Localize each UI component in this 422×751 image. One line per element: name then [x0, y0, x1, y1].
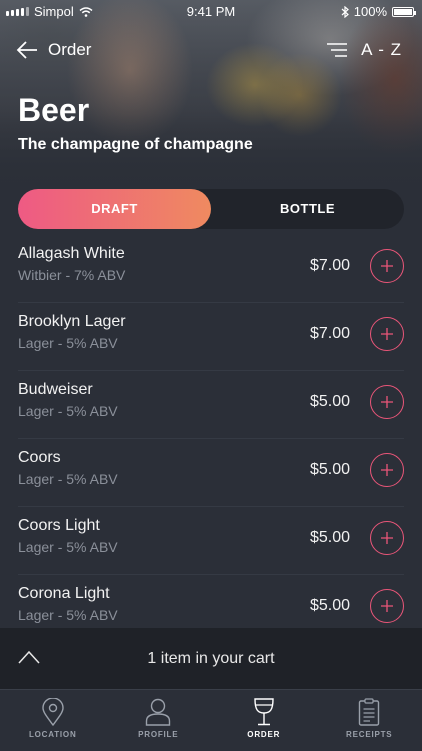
- item-price: $5.00: [310, 529, 350, 547]
- back-button[interactable]: Order: [16, 40, 91, 60]
- plus-icon: [381, 328, 393, 340]
- page-subtitle: The champagne of champagne: [18, 136, 253, 154]
- nav-bar: Order A - Z: [0, 38, 422, 66]
- profile-icon: [145, 698, 171, 726]
- receipt-icon: [358, 698, 380, 726]
- item-price: $5.00: [310, 461, 350, 479]
- item-name: Coors: [18, 449, 61, 467]
- page-title: Beer: [18, 92, 89, 129]
- bluetooth-icon: [341, 6, 349, 18]
- add-item-button[interactable]: [370, 385, 404, 419]
- item-description: Lager - 5% ABV: [18, 403, 118, 419]
- add-item-button[interactable]: [370, 317, 404, 351]
- plus-icon: [381, 532, 393, 544]
- plus-icon: [381, 260, 393, 272]
- list-item: Coors Lager - 5% ABV $5.00: [18, 439, 404, 507]
- item-name: Coors Light: [18, 517, 100, 535]
- plus-icon: [381, 600, 393, 612]
- item-price: $7.00: [310, 257, 350, 275]
- bottom-tab-bar: LOCATION PROFILE ORDER RECEIPTS: [0, 689, 422, 751]
- item-description: Lager - 5% ABV: [18, 471, 118, 487]
- battery-percent: 100%: [354, 4, 387, 19]
- draft-bottle-toggle: DRAFT BOTTLE: [18, 189, 404, 229]
- tab-receipts[interactable]: RECEIPTS: [317, 690, 422, 751]
- tab-draft[interactable]: DRAFT: [18, 189, 211, 229]
- add-item-button[interactable]: [370, 521, 404, 555]
- tab-label: LOCATION: [29, 730, 77, 739]
- wine-glass-icon: [252, 698, 276, 726]
- cart-summary-text: 1 item in your cart: [147, 650, 274, 668]
- cart-summary-bar[interactable]: 1 item in your cart: [0, 628, 422, 689]
- tab-label: RECEIPTS: [346, 730, 392, 739]
- tab-label: ORDER: [247, 730, 280, 739]
- item-name: Allagash White: [18, 245, 125, 263]
- location-pin-icon: [41, 698, 65, 726]
- add-item-button[interactable]: [370, 453, 404, 487]
- add-item-button[interactable]: [370, 589, 404, 623]
- plus-icon: [381, 396, 393, 408]
- list-item: Brooklyn Lager Lager - 5% ABV $7.00: [18, 303, 404, 371]
- tab-profile[interactable]: PROFILE: [106, 690, 212, 751]
- back-label: Order: [48, 40, 91, 60]
- item-price: $5.00: [310, 393, 350, 411]
- tab-order[interactable]: ORDER: [211, 690, 317, 751]
- item-price: $7.00: [310, 325, 350, 343]
- list-icon: [327, 43, 347, 57]
- beer-list: Allagash White Witbier - 7% ABV $7.00 Br…: [0, 235, 422, 643]
- tab-label: PROFILE: [138, 730, 178, 739]
- status-bar: Simpol 9:41 PM 100%: [0, 0, 422, 24]
- sort-button[interactable]: A - Z: [327, 40, 402, 60]
- tab-bottle[interactable]: BOTTLE: [211, 189, 404, 229]
- sort-label: A - Z: [361, 40, 402, 60]
- chevron-up-icon[interactable]: [18, 650, 40, 664]
- item-description: Witbier - 7% ABV: [18, 267, 125, 283]
- item-price: $5.00: [310, 597, 350, 615]
- add-item-button[interactable]: [370, 249, 404, 283]
- tab-location[interactable]: LOCATION: [0, 690, 106, 751]
- item-description: Lager - 5% ABV: [18, 539, 118, 555]
- plus-icon: [381, 464, 393, 476]
- list-item: Allagash White Witbier - 7% ABV $7.00: [18, 235, 404, 303]
- item-description: Lager - 5% ABV: [18, 335, 118, 351]
- battery-icon: [392, 7, 414, 17]
- item-name: Budweiser: [18, 381, 93, 399]
- item-name: Brooklyn Lager: [18, 313, 126, 331]
- item-description: Lager - 5% ABV: [18, 607, 118, 623]
- list-item: Coors Light Lager - 5% ABV $5.00: [18, 507, 404, 575]
- list-item: Budweiser Lager - 5% ABV $5.00: [18, 371, 404, 439]
- back-arrow-icon: [16, 40, 38, 60]
- item-name: Corona Light: [18, 585, 110, 603]
